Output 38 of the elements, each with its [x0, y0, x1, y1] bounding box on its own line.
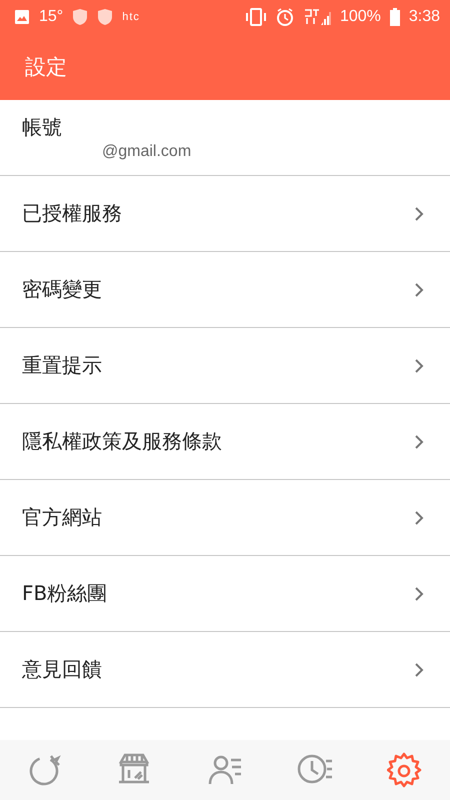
- settings-item[interactable]: 隱私權政策及服務條款: [0, 404, 450, 480]
- item-label: 意見回饋: [22, 656, 102, 683]
- battery-percent: 100%: [340, 8, 381, 26]
- fruit-icon: [27, 752, 63, 788]
- page-title: 設定: [25, 54, 67, 81]
- chevron-icon: [414, 586, 424, 602]
- shield-icon: [97, 8, 114, 26]
- chevron-icon: [414, 206, 424, 222]
- vibrate-icon: [244, 8, 267, 26]
- chevron-icon: [414, 282, 424, 298]
- battery-icon: [390, 8, 400, 26]
- chevron-icon: [414, 662, 424, 678]
- item-label: 隱私權政策及服務條款: [22, 428, 222, 455]
- account-email: @gmail.com: [101, 143, 192, 161]
- account-row[interactable]: 帳號 @gmail.com: [0, 100, 450, 176]
- item-label: 官方網站: [22, 504, 102, 531]
- settings-icon: [387, 752, 423, 788]
- temperature: 15°: [39, 8, 64, 26]
- item-label: 重置提示: [22, 352, 102, 379]
- settings-item[interactable]: 重置提示: [0, 328, 450, 404]
- carrier-logo: htc: [122, 11, 140, 23]
- shield-icon: [72, 8, 88, 26]
- chevron-icon: [414, 358, 424, 374]
- signal-icon: [302, 8, 331, 26]
- item-label: 密碼變更: [22, 276, 102, 303]
- account-label: 帳號: [22, 114, 63, 141]
- settings-item[interactable]: 密碼變更: [0, 252, 450, 328]
- settings-item[interactable]: 已授權服務: [0, 176, 450, 252]
- settings-item[interactable]: 官方網站: [0, 480, 450, 556]
- settings-item[interactable]: FB粉絲團: [0, 556, 450, 632]
- item-label: FB粉絲團: [22, 580, 108, 607]
- chevron-icon: [414, 434, 424, 450]
- alarm-icon: [276, 8, 294, 26]
- item-label: 已授權服務: [22, 200, 122, 227]
- chevron-icon: [414, 510, 424, 526]
- clock: 3:38: [408, 8, 440, 26]
- settings-item[interactable]: 意見回饋: [0, 632, 450, 708]
- image-icon: [14, 9, 30, 25]
